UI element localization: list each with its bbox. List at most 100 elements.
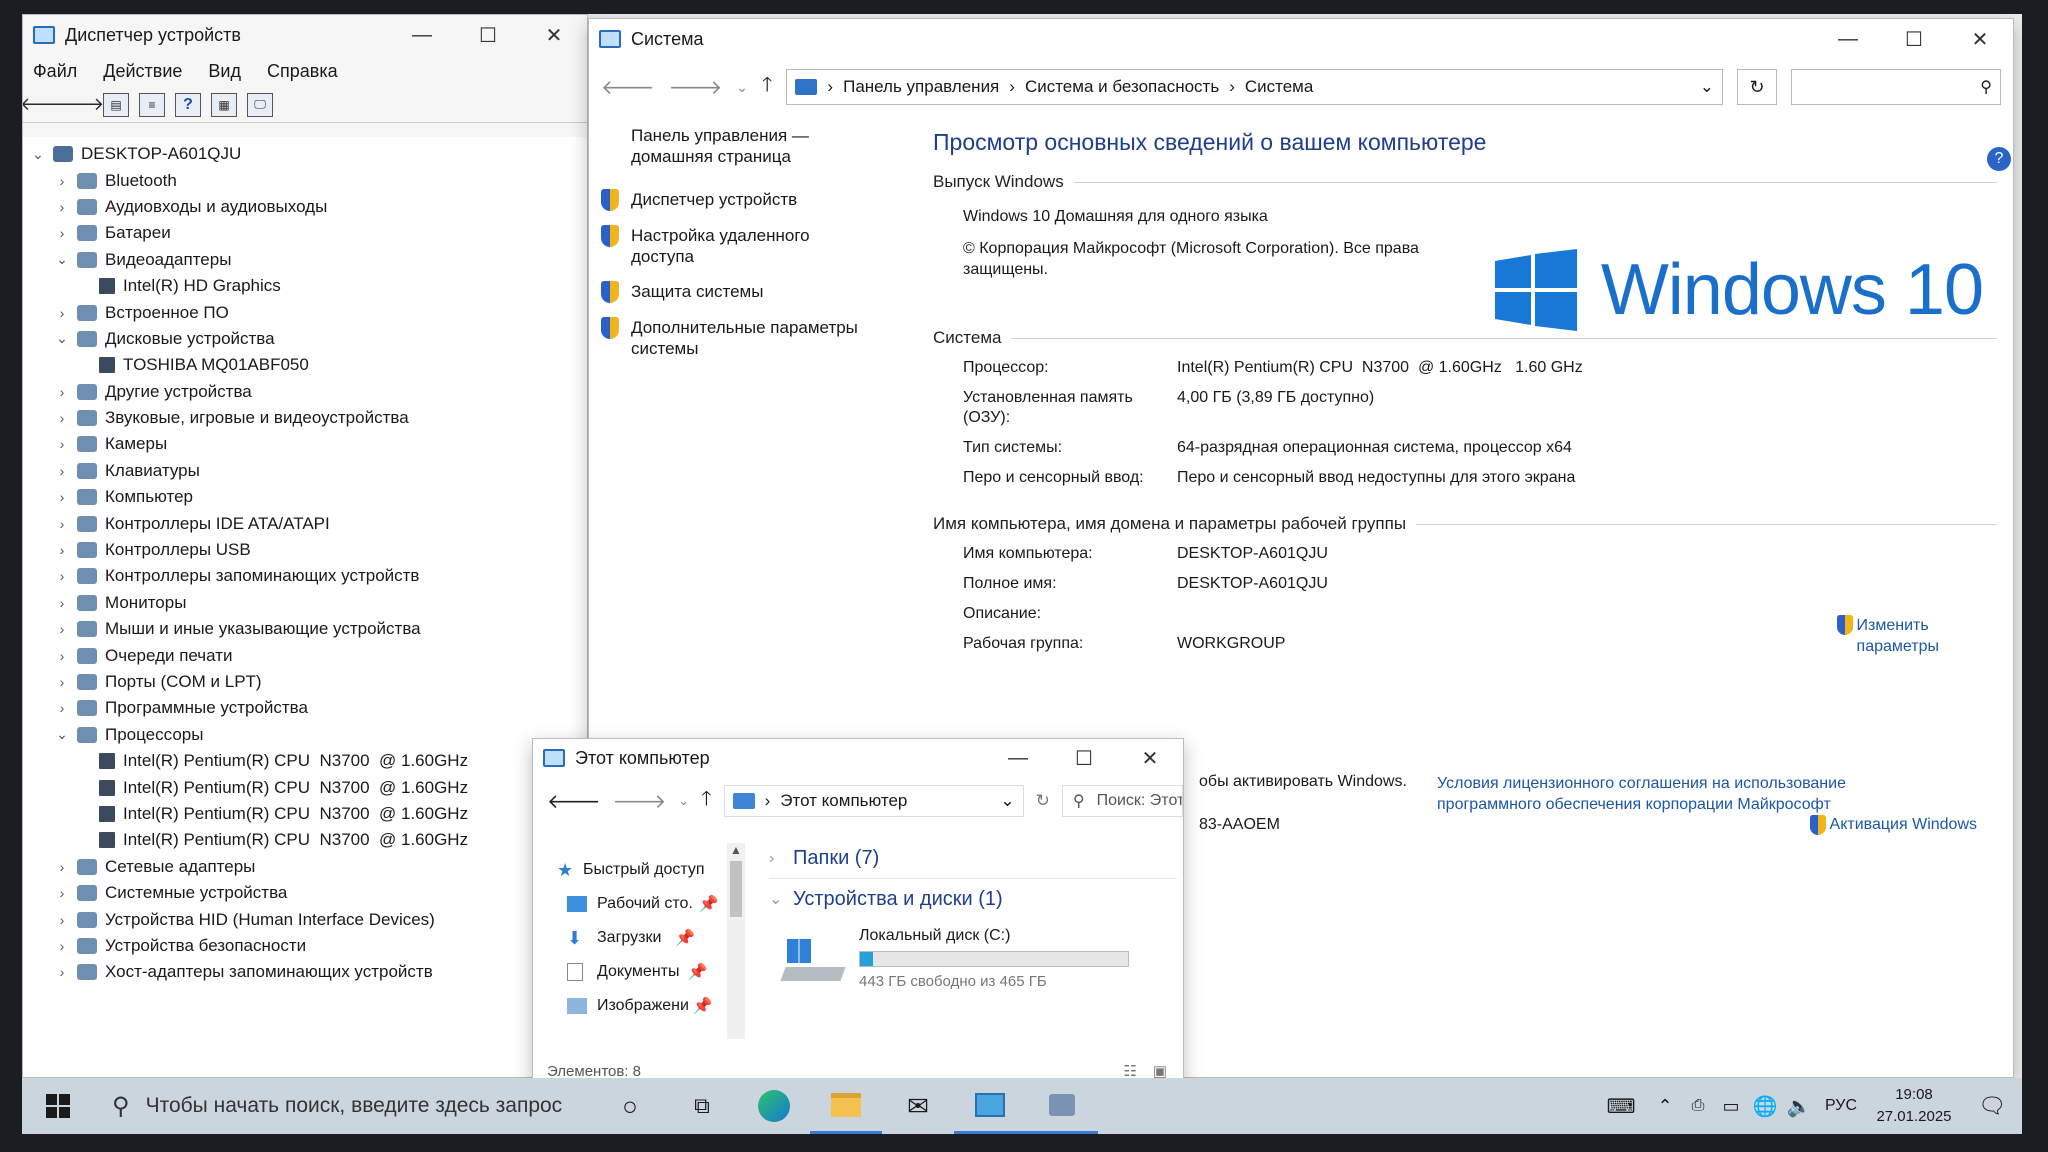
expand-chevron-icon[interactable]: › bbox=[53, 489, 71, 505]
collapse-chevron-icon[interactable]: ⌄ bbox=[29, 146, 47, 163]
address-bar[interactable]: › Панель управления › Система и безопасн… bbox=[786, 69, 1723, 105]
local-disk-item[interactable]: Локальный диск (C:) 443 ГБ свободно из 4… bbox=[769, 925, 1177, 995]
nav-scrollbar[interactable]: ▲ bbox=[727, 843, 745, 1039]
expand-chevron-icon[interactable]: › bbox=[53, 595, 71, 611]
control-panel-home-link[interactable]: Панель управления — домашняя страница bbox=[601, 125, 889, 167]
battery-icon[interactable]: ▭ bbox=[1714, 1078, 1748, 1134]
system-settings-app-icon[interactable] bbox=[954, 1078, 1026, 1134]
address-dropdown-icon[interactable]: ⌄ bbox=[1000, 791, 1014, 811]
expand-chevron-icon[interactable]: › bbox=[53, 568, 71, 584]
taskbar-search-box[interactable]: ⚲ Чтобы начать поиск, введите здесь запр… bbox=[94, 1078, 594, 1134]
tree-device[interactable]: Intel(R) Pentium(R) CPU N3700 @ 1.60GHz bbox=[23, 827, 587, 853]
expand-chevron-icon[interactable]: › bbox=[53, 516, 71, 532]
forward-arrow-icon[interactable]: 🡒 bbox=[669, 75, 723, 100]
expand-chevron-icon[interactable]: › bbox=[53, 225, 71, 241]
collapse-chevron-icon[interactable]: ⌄ bbox=[53, 251, 71, 268]
menu-help[interactable]: Справка bbox=[267, 61, 338, 82]
system-search-box[interactable]: ⚲ bbox=[1791, 69, 2001, 105]
expand-chevron-icon[interactable]: › bbox=[53, 912, 71, 928]
tree-category[interactable]: › Другие устройства bbox=[23, 379, 587, 405]
tree-category[interactable]: › Сетевые адаптеры bbox=[23, 854, 587, 880]
tree-device[interactable]: Intel(R) Pentium(R) CPU N3700 @ 1.60GHz bbox=[23, 748, 587, 774]
recent-chevron-icon[interactable]: ⌄ bbox=[736, 79, 748, 96]
collapse-chevron-icon[interactable]: ⌄ bbox=[53, 726, 71, 743]
view-icon[interactable]: ▦ bbox=[211, 92, 237, 117]
tree-device[interactable]: Intel(R) Pentium(R) CPU N3700 @ 1.60GHz bbox=[23, 801, 587, 827]
tree-category[interactable]: › Компьютер bbox=[23, 484, 587, 510]
expand-chevron-icon[interactable]: › bbox=[53, 542, 71, 558]
tree-category[interactable]: › Встроенное ПО bbox=[23, 299, 587, 325]
task-view-icon[interactable]: ⧉ bbox=[666, 1078, 738, 1134]
explorer-search-box[interactable]: ⚲ Поиск: Этот bbox=[1061, 785, 1183, 817]
expand-chevron-icon[interactable]: › bbox=[53, 648, 71, 664]
language-indicator[interactable]: РУС bbox=[1816, 1097, 1866, 1115]
tree-category[interactable]: › Контроллеры IDE ATA/ATAPI bbox=[23, 510, 587, 536]
license-terms-link[interactable]: Условия лицензионного соглашения на испо… bbox=[1437, 773, 1846, 815]
close-button[interactable]: ✕ bbox=[1117, 739, 1183, 778]
expand-chevron-icon[interactable]: › bbox=[53, 938, 71, 954]
expand-chevron-icon[interactable]: › bbox=[53, 859, 71, 875]
maximize-button[interactable]: ☐ bbox=[455, 15, 521, 55]
maximize-button[interactable]: ☐ bbox=[1881, 19, 1947, 59]
forward-arrow-icon[interactable]: 🡒 bbox=[56, 93, 104, 117]
expand-chevron-icon[interactable]: › bbox=[53, 463, 71, 479]
tree-category[interactable]: ⌄ Видеоадаптеры bbox=[23, 247, 587, 273]
expand-chevron-icon[interactable]: › bbox=[53, 964, 71, 980]
menu-action[interactable]: Действие bbox=[103, 61, 182, 82]
expand-chevron-icon[interactable]: › bbox=[53, 410, 71, 426]
scan-monitor-icon[interactable]: 🖵 bbox=[247, 92, 273, 117]
meet-now-icon[interactable]: ⎙ bbox=[1682, 1078, 1714, 1134]
breadcrumb-system[interactable]: Система bbox=[1245, 77, 1313, 97]
maximize-button[interactable]: ☐ bbox=[1051, 739, 1117, 778]
breadcrumb-system-security[interactable]: Система и безопасность bbox=[1025, 77, 1219, 97]
expand-chevron-icon[interactable]: › bbox=[53, 621, 71, 637]
tree-device[interactable]: Intel(R) HD Graphics bbox=[23, 273, 587, 299]
tree-category[interactable]: ⌄ Процессоры bbox=[23, 722, 587, 748]
device-manager-titlebar[interactable]: Диспетчер устройств — ☐ ✕ bbox=[23, 15, 587, 55]
tree-category[interactable]: › Камеры bbox=[23, 431, 587, 457]
scroll-up-icon[interactable]: ▲ bbox=[727, 843, 745, 857]
close-button[interactable]: ✕ bbox=[1947, 19, 2013, 59]
tree-category[interactable]: › Мониторы bbox=[23, 590, 587, 616]
address-dropdown-icon[interactable]: ⌄ bbox=[1700, 77, 1714, 97]
system-protection-link[interactable]: Защита системы bbox=[601, 281, 889, 303]
show-hidden-icons-chevron-icon[interactable]: ⌃ bbox=[1648, 1078, 1682, 1134]
forward-arrow-icon[interactable]: 🡒 bbox=[613, 789, 667, 814]
tree-category[interactable]: › Батареи bbox=[23, 220, 587, 246]
minimize-button[interactable]: — bbox=[985, 739, 1051, 778]
update-driver-icon[interactable]: ≡ bbox=[139, 92, 165, 117]
tree-device[interactable]: TOSHIBA MQ01ABF050 bbox=[23, 352, 587, 378]
clock[interactable]: 19:08 27.01.2025 bbox=[1866, 1084, 1962, 1128]
tree-category[interactable]: › Аудиовходы и аудиовыходы bbox=[23, 194, 587, 220]
properties-icon[interactable]: ▤ bbox=[103, 92, 129, 117]
help-icon[interactable]: ? bbox=[175, 92, 201, 117]
back-arrow-icon[interactable]: 🡐 bbox=[601, 75, 655, 100]
cortana-circle-icon[interactable]: ○ bbox=[594, 1078, 666, 1134]
help-icon[interactable]: ? bbox=[1987, 147, 2011, 171]
explorer-address-bar[interactable]: › Этот компьютер ⌄ bbox=[723, 785, 1024, 817]
remote-settings-link[interactable]: Настройка удаленного доступа bbox=[601, 225, 889, 267]
tree-category[interactable]: › Устройства HID (Human Interface Devices… bbox=[23, 906, 587, 932]
tree-category[interactable]: › Порты (COM и LPT) bbox=[23, 669, 587, 695]
file-explorer-icon[interactable] bbox=[810, 1078, 882, 1134]
tree-category[interactable]: › Звуковые, игровые и видеоустройства bbox=[23, 405, 587, 431]
edge-browser-icon[interactable] bbox=[738, 1078, 810, 1134]
advanced-settings-link[interactable]: Дополнительные параметры системы bbox=[601, 317, 889, 359]
devices-group[interactable]: ⌄ Устройства и диски (1) bbox=[769, 879, 1177, 919]
close-button[interactable]: ✕ bbox=[521, 15, 587, 55]
collapse-chevron-icon[interactable]: ⌄ bbox=[53, 330, 71, 347]
expand-chevron-icon[interactable]: › bbox=[53, 173, 71, 189]
expand-chevron-icon[interactable]: › bbox=[53, 199, 71, 215]
menu-file[interactable]: Файл bbox=[33, 61, 77, 82]
start-windows-icon[interactable] bbox=[22, 1078, 94, 1134]
expand-chevron-icon[interactable]: › bbox=[53, 885, 71, 901]
device-manager-app-icon[interactable] bbox=[1026, 1078, 1098, 1134]
tree-category[interactable]: ⌄ Дисковые устройства bbox=[23, 326, 587, 352]
expand-chevron-icon[interactable]: › bbox=[53, 674, 71, 690]
keyboard-icon[interactable]: ⌨ bbox=[1594, 1078, 1648, 1134]
breadcrumb-control-panel[interactable]: Панель управления bbox=[843, 77, 999, 97]
menu-view[interactable]: Вид bbox=[208, 61, 241, 82]
folders-group[interactable]: › Папки (7) bbox=[769, 839, 1177, 879]
tree-category[interactable]: › Мыши и иные указывающие устройства bbox=[23, 616, 587, 642]
expand-chevron-icon[interactable]: › bbox=[53, 436, 71, 452]
